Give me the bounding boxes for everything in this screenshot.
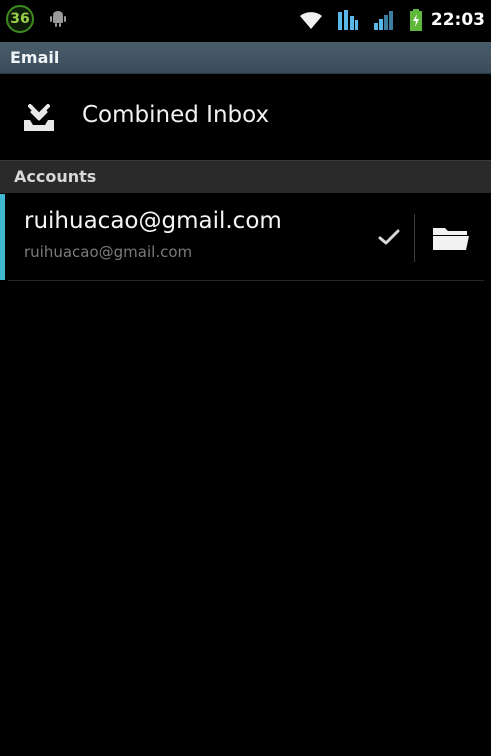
account-name: ruihuacao@gmail.com <box>24 208 282 234</box>
account-email: ruihuacao@gmail.com <box>24 243 193 261</box>
status-right: 22:03 <box>285 6 485 34</box>
app-title: Email <box>10 48 60 67</box>
notification-badge: 36 <box>6 5 34 33</box>
wifi-icon <box>299 10 323 30</box>
folder-icon <box>433 228 469 250</box>
inbox-tray-icon <box>24 104 54 131</box>
clock: 22:03 <box>430 10 485 30</box>
battery-charging-icon <box>409 9 423 31</box>
folder-button[interactable] <box>418 212 484 264</box>
list-divider <box>8 280 484 281</box>
selected-indicator <box>0 194 5 280</box>
row-divider <box>414 214 415 262</box>
checkmark-icon <box>378 229 400 245</box>
accounts-section-title: Accounts <box>14 167 97 186</box>
account-row[interactable]: ruihuacao@gmail.com ruihuacao@gmail.com <box>0 194 491 280</box>
data-transfer-icon <box>337 8 359 32</box>
title-bar: Email <box>0 42 491 74</box>
signal-strength-icon <box>373 9 395 31</box>
status-bar: 36 22:03 <box>0 0 491 42</box>
combined-inbox-label: Combined Inbox <box>82 102 270 128</box>
android-debug-icon <box>50 11 66 27</box>
accounts-section-header: Accounts <box>0 160 491 193</box>
combined-inbox-row[interactable]: Combined Inbox <box>0 74 491 160</box>
notification-count: 36 <box>10 11 30 27</box>
status-left: 36 <box>6 5 66 33</box>
